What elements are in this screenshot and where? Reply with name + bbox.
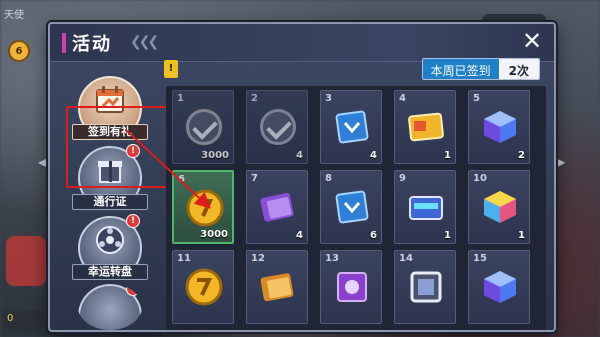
day-cell[interactable]: 74 (246, 170, 308, 244)
book-icon (256, 185, 300, 229)
day-number: 6 (178, 174, 185, 185)
activity-sidebar: 签到有礼 ! 通行证 ! 幸运转盘 ! (60, 70, 182, 330)
cube-icon (478, 265, 522, 309)
weekly-signin-counter: 本周已签到 2次 (421, 58, 540, 80)
day-cell[interactable]: 14 (394, 250, 456, 324)
blue-card-icon (330, 105, 374, 149)
day-number: 9 (399, 173, 406, 184)
day-number: 2 (251, 93, 258, 104)
background-player-name: 天使 (4, 10, 24, 21)
reward-quantity: 4 (370, 150, 377, 161)
day-number: 7 (251, 173, 258, 184)
reward-quantity: 6 (370, 230, 377, 241)
frame-icon (404, 265, 448, 309)
day-cell[interactable]: 10 1 (468, 170, 530, 244)
claimed-check-icon (186, 109, 222, 145)
activity-panel: 活动 ❮❮❮ ✕ 本周已签到 2次 ! 签到有礼 ! 通行证 ! 幸运转盘 ! … (48, 22, 556, 332)
day-cell[interactable]: 24 (246, 90, 308, 164)
coin-icon (182, 265, 226, 309)
notification-badge: ! (126, 214, 140, 228)
background-bottom-counter: 0 (4, 310, 44, 330)
sidebar-item-label: 通行证 (72, 194, 148, 210)
reward-quantity: 1 (444, 230, 451, 241)
day-number: 8 (325, 173, 332, 184)
day-cell[interactable]: 13 (320, 250, 382, 324)
purple-card-icon (330, 265, 374, 309)
tutorial-highlight-box (66, 106, 182, 188)
reward-quantity: 1 (444, 150, 451, 161)
title-accent-bar (62, 33, 66, 53)
book-gold-icon (256, 265, 300, 309)
day-cell[interactable]: 1 3000 (172, 90, 234, 164)
info-tag[interactable]: ! (164, 60, 178, 78)
wheel-icon (96, 226, 124, 254)
day-cell[interactable]: 86 (320, 170, 382, 244)
close-button[interactable]: ✕ (520, 29, 544, 54)
scroll-left-icon[interactable]: ◀ (38, 155, 48, 169)
sidebar-item-lucky-wheel[interactable]: ! 幸运转盘 (72, 214, 148, 280)
sidebar-item-label: 幸运转盘 (72, 264, 148, 280)
gold-ticket-icon (404, 105, 448, 149)
scroll-right-icon[interactable]: ▶ (556, 155, 566, 169)
day-number: 1 (177, 93, 184, 104)
reward-quantity: 4 (296, 150, 303, 161)
rainbow-cube-icon (478, 185, 522, 229)
notification-badge: ! (126, 284, 140, 296)
reward-quantity: 3000 (200, 229, 228, 240)
background-level-badge: 6 (8, 40, 30, 62)
day-cell[interactable]: 12 (246, 250, 308, 324)
background-side-button (6, 236, 46, 286)
day-number: 5 (473, 93, 480, 104)
blue-card-icon (330, 185, 374, 229)
day-cell[interactable]: 11 (172, 250, 234, 324)
day-number: 14 (399, 253, 413, 264)
day-cell[interactable]: 52 (468, 90, 530, 164)
day-cell[interactable]: 41 (394, 90, 456, 164)
page-title: 活动 (72, 34, 112, 55)
claimed-check-icon (260, 109, 296, 145)
panel-header: 活动 ❮❮❮ ✕ (50, 24, 554, 62)
day-cell[interactable]: 15 (468, 250, 530, 324)
weekly-signin-value: 2次 (498, 59, 539, 79)
reward-quantity: 4 (296, 230, 303, 241)
day-number: 13 (325, 253, 339, 264)
weekly-signin-label: 本周已签到 (422, 59, 499, 79)
sidebar-item-more[interactable]: ! (78, 284, 142, 330)
ticket-blue-icon (404, 185, 448, 229)
coin-icon (183, 186, 227, 230)
reward-quantity: 3000 (201, 150, 229, 161)
day-number: 12 (251, 253, 265, 264)
day-number: 15 (473, 253, 487, 264)
day-cell[interactable]: 34 (320, 90, 382, 164)
day-number: 3 (325, 93, 332, 104)
day-number: 4 (399, 93, 406, 104)
reward-quantity: 2 (518, 150, 525, 161)
day-number: 11 (177, 253, 191, 264)
day-cell[interactable]: 6 3000 (172, 170, 234, 244)
cube-icon (478, 105, 522, 149)
reward-quantity: 1 (518, 230, 525, 241)
day-number: 10 (473, 173, 487, 184)
day-cell[interactable]: 91 (394, 170, 456, 244)
title-chevron-icon: ❮❮❮ (130, 34, 159, 50)
